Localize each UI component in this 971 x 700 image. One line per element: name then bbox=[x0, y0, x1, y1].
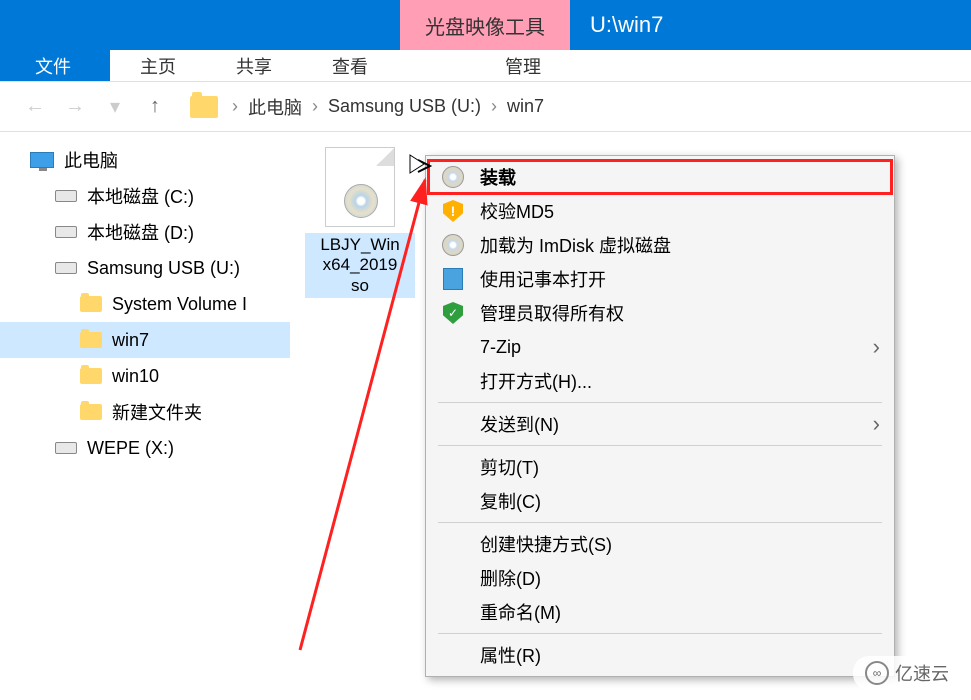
crumb-sep: › bbox=[487, 96, 501, 117]
ctx-7zip[interactable]: 7-Zip› bbox=[428, 330, 892, 364]
drive-icon bbox=[55, 226, 77, 238]
tab-manage[interactable]: 管理 bbox=[475, 50, 571, 81]
chevron-right-icon: › bbox=[873, 411, 880, 437]
file-label: LBJY_Win x64_2019 so bbox=[305, 233, 415, 298]
ctx-shortcut[interactable]: 创建快捷方式(S) bbox=[428, 527, 892, 561]
ribbon-tabs: 文件 主页 共享 查看 管理 bbox=[0, 50, 971, 82]
crumb-drive[interactable]: Samsung USB (U:) bbox=[322, 96, 487, 117]
ctx-md5[interactable]: !校验MD5 bbox=[428, 194, 892, 228]
crumb-pc[interactable]: 此电脑 bbox=[242, 94, 308, 120]
disc-icon bbox=[442, 234, 464, 256]
folder-icon bbox=[80, 296, 102, 312]
drive-icon bbox=[55, 190, 77, 202]
crumb-sep: › bbox=[308, 96, 322, 117]
folder-icon bbox=[80, 368, 102, 384]
tab-share[interactable]: 共享 bbox=[206, 50, 302, 81]
tree-folder-win10[interactable]: win10 bbox=[0, 358, 290, 394]
nav-dropdown-button[interactable]: ▾ bbox=[100, 92, 130, 122]
tree-drive-wepe[interactable]: WEPE (X:) bbox=[0, 430, 290, 466]
folder-icon bbox=[80, 404, 102, 420]
tree-drive-u[interactable]: Samsung USB (U:) bbox=[0, 250, 290, 286]
watermark: ∞ 亿速云 bbox=[853, 656, 961, 690]
tree-this-pc[interactable]: 此电脑 bbox=[0, 142, 290, 178]
title-context-tab: 光盘映像工具 bbox=[400, 0, 570, 50]
tree-drive-c[interactable]: 本地磁盘 (C:) bbox=[0, 178, 290, 214]
nav-up-button[interactable]: ↑ bbox=[140, 92, 170, 122]
crumb-sep: › bbox=[228, 96, 242, 117]
ctx-properties[interactable]: 属性(R) bbox=[428, 638, 892, 672]
ctx-separator bbox=[438, 402, 882, 403]
folder-icon bbox=[80, 332, 102, 348]
address-folder-icon bbox=[190, 96, 218, 118]
tree-folder-svi[interactable]: System Volume I bbox=[0, 286, 290, 322]
window-title: U:\win7 bbox=[570, 0, 663, 50]
iso-file-icon bbox=[325, 147, 395, 227]
ctx-imdisk[interactable]: 加载为 ImDisk 虚拟磁盘 bbox=[428, 228, 892, 262]
ctx-admin-own[interactable]: ✓管理员取得所有权 bbox=[428, 296, 892, 330]
chevron-right-icon: › bbox=[873, 334, 880, 360]
shield-check-icon: ✓ bbox=[443, 302, 463, 324]
ctx-mount[interactable]: 装载 bbox=[428, 160, 892, 194]
nav-tree: 此电脑 本地磁盘 (C:) 本地磁盘 (D:) Samsung USB (U:)… bbox=[0, 132, 290, 700]
tree-folder-new[interactable]: 新建文件夹 bbox=[0, 394, 290, 430]
crumb-folder[interactable]: win7 bbox=[501, 96, 550, 117]
titlebar: 光盘映像工具 U:\win7 bbox=[0, 0, 971, 50]
ctx-separator bbox=[438, 445, 882, 446]
shield-warning-icon: ! bbox=[443, 200, 463, 222]
computer-icon bbox=[30, 152, 54, 168]
ctx-notepad[interactable]: 使用记事本打开 bbox=[428, 262, 892, 296]
nav-back-button[interactable]: ← bbox=[20, 92, 50, 122]
ctx-separator bbox=[438, 633, 882, 634]
tab-file[interactable]: 文件 bbox=[0, 50, 110, 81]
ctx-rename[interactable]: 重命名(M) bbox=[428, 595, 892, 629]
tree-folder-win7[interactable]: win7 bbox=[0, 322, 290, 358]
disc-icon bbox=[442, 166, 464, 188]
nav-bar: ← → ▾ ↑ › 此电脑 › Samsung USB (U:) › win7 bbox=[0, 82, 971, 132]
ctx-separator bbox=[438, 522, 882, 523]
tab-home[interactable]: 主页 bbox=[110, 50, 206, 81]
watermark-logo-icon: ∞ bbox=[865, 661, 889, 685]
nav-forward-button[interactable]: → bbox=[60, 92, 90, 122]
ctx-copy[interactable]: 复制(C) bbox=[428, 484, 892, 518]
tree-drive-d[interactable]: 本地磁盘 (D:) bbox=[0, 214, 290, 250]
drive-icon bbox=[55, 442, 77, 454]
ctx-cut[interactable]: 剪切(T) bbox=[428, 450, 892, 484]
drive-icon bbox=[55, 262, 77, 274]
ctx-open-with[interactable]: 打开方式(H)... bbox=[428, 364, 892, 398]
notepad-icon bbox=[443, 268, 463, 290]
ctx-send-to[interactable]: 发送到(N)› bbox=[428, 407, 892, 441]
context-menu: 装载 !校验MD5 加载为 ImDisk 虚拟磁盘 使用记事本打开 ✓管理员取得… bbox=[425, 155, 895, 677]
tab-view[interactable]: 查看 bbox=[302, 50, 398, 81]
file-item-iso[interactable]: LBJY_Win x64_2019 so bbox=[305, 147, 415, 298]
ctx-delete[interactable]: 删除(D) bbox=[428, 561, 892, 595]
